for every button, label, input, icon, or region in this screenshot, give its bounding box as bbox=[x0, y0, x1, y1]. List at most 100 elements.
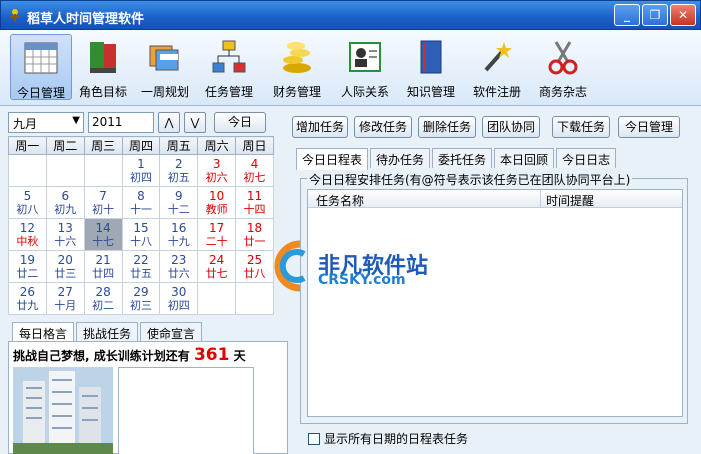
watermark: 非凡软件站 CRSKY.com bbox=[270, 238, 430, 296]
schedule-group: 今日日程安排任务(有@符号表示该任务已在团队协同平台上) 任务名称 时间提醒 bbox=[300, 171, 688, 424]
prev-year-button[interactable]: ⋀ bbox=[158, 112, 180, 133]
calendar-day[interactable]: 26 廿九 bbox=[8, 282, 47, 315]
days-count: 361 bbox=[193, 345, 230, 365]
calendar-day[interactable]: 13 十六 bbox=[45, 218, 85, 251]
edit-task-button[interactable]: 修改任务 bbox=[354, 116, 412, 138]
calendar-day[interactable]: 11 十四 bbox=[235, 186, 274, 219]
year-input[interactable]: 2011 bbox=[88, 112, 154, 133]
watermark-logo-icon bbox=[274, 240, 306, 292]
calendar-day[interactable]: 10 教师 bbox=[197, 186, 237, 219]
month-calendar: 周一 周二 周三 周四 周五 周六 周日 1 初四 2 初五 3 初六 4 初七 5 初八 6 初九 7 初十 8 十一 9… bbox=[8, 136, 274, 315]
add-task-button[interactable]: 增加任务 bbox=[292, 116, 348, 138]
main-toolbar: 今日管理 角色目标 一周规划 任务管理 财务管理 人际关系 知识管理 软件注册 … bbox=[0, 30, 701, 106]
calendar-day[interactable]: 20 廿三 bbox=[45, 250, 85, 283]
toolbar-today[interactable]: 今日管理 bbox=[10, 34, 72, 100]
calendar-day[interactable]: 14 十七 bbox=[83, 218, 123, 251]
calendar-empty-cell bbox=[235, 282, 274, 315]
calendar-day[interactable]: 15 十八 bbox=[121, 218, 161, 251]
today-manage-button[interactable]: 今日管理 bbox=[618, 116, 680, 138]
toolbar-knowledge[interactable]: 知识管理 bbox=[400, 34, 462, 100]
toolbar-roles[interactable]: 角色目标 bbox=[72, 34, 134, 100]
tab-today-log[interactable]: 今日日志 bbox=[556, 148, 617, 168]
tab-mission[interactable]: 使命宣言 bbox=[140, 322, 203, 342]
schedule-tabs: 今日日程表 待办任务 委托任务 本日回顾 今日日志 bbox=[296, 148, 618, 170]
toolbar-register[interactable]: 软件注册 bbox=[466, 34, 528, 100]
window-title: 稻草人时间管理软件 bbox=[27, 12, 145, 27]
calendar-day[interactable]: 24 廿七 bbox=[197, 250, 237, 283]
restore-button[interactable]: ❐ bbox=[642, 4, 668, 26]
calendar-grid-icon bbox=[24, 42, 58, 74]
column-task-name[interactable]: 任务名称 bbox=[316, 192, 364, 209]
calendar-day[interactable]: 9 十二 bbox=[159, 186, 199, 219]
team-collab-button[interactable]: 团队协同 bbox=[482, 116, 540, 138]
weekday-header: 周四 bbox=[121, 136, 161, 155]
calendar-day[interactable]: 30 初四 bbox=[159, 282, 199, 315]
calendar-day[interactable]: 27 十月 bbox=[45, 282, 85, 315]
coins-icon bbox=[283, 42, 311, 73]
calendar-empty-cell bbox=[8, 154, 47, 187]
calendar-day[interactable]: 29 初三 bbox=[121, 282, 161, 315]
calendar-day[interactable]: 25 廿八 bbox=[235, 250, 274, 283]
calendar-day[interactable]: 6 初九 bbox=[45, 186, 85, 219]
calendar-day[interactable]: 28 初二 bbox=[83, 282, 123, 315]
left-panel: 九月 ▼ 2011 ⋀ ⋁ 今日 周一 周二 周三 周四 周五 周六 周日 1 初四 2 初五 3 初… bbox=[8, 110, 288, 454]
calendar-day[interactable]: 23 廿六 bbox=[159, 250, 199, 283]
weekday-header: 周六 bbox=[197, 136, 237, 155]
calendar-day[interactable]: 7 初十 bbox=[83, 186, 123, 219]
weekday-header: 周三 bbox=[83, 136, 123, 155]
toolbar-weekly[interactable]: 一周规划 bbox=[134, 34, 196, 100]
show-all-label: 显示所有日期的日程表任务 bbox=[324, 432, 469, 446]
show-all-option[interactable]: 显示所有日期的日程表任务 bbox=[308, 430, 468, 447]
calendar-day[interactable]: 21 廿四 bbox=[83, 250, 123, 283]
column-reminder[interactable]: 时间提醒 bbox=[546, 192, 594, 209]
motto-tabs: 每日格言 挑战任务 使命宣言 bbox=[12, 322, 204, 344]
books-icon bbox=[90, 42, 116, 73]
calendar-day[interactable]: 17 二十 bbox=[197, 218, 237, 251]
chevron-down-icon: ▼ bbox=[72, 115, 80, 126]
calendar-day[interactable]: 5 初八 bbox=[8, 186, 47, 219]
book-icon bbox=[420, 40, 442, 74]
minimize-button[interactable]: _ bbox=[614, 4, 640, 26]
scissors-icon bbox=[548, 41, 578, 75]
calendar-day[interactable]: 22 廿五 bbox=[121, 250, 161, 283]
calendar-day[interactable]: 3 初六 bbox=[197, 154, 237, 187]
month-select[interactable]: 九月 ▼ bbox=[8, 112, 84, 133]
tab-pending-tasks[interactable]: 待办任务 bbox=[370, 148, 431, 168]
delete-task-button[interactable]: 删除任务 bbox=[418, 116, 476, 138]
show-all-checkbox[interactable] bbox=[308, 432, 320, 445]
title-bar: 稻草人时间管理软件 _ ❐ ✕ bbox=[0, 0, 701, 30]
calendar-day[interactable]: 8 十一 bbox=[121, 186, 161, 219]
download-task-button[interactable]: 下载任务 bbox=[552, 116, 610, 138]
toolbar-tasks[interactable]: 任务管理 bbox=[198, 34, 260, 100]
notes-area[interactable] bbox=[118, 367, 254, 454]
close-button[interactable]: ✕ bbox=[670, 4, 696, 26]
cards-icon bbox=[149, 45, 179, 71]
calendar-empty-cell bbox=[197, 282, 237, 315]
contact-card-icon bbox=[349, 42, 381, 72]
calendar-empty-cell bbox=[45, 154, 85, 187]
next-year-button[interactable]: ⋁ bbox=[184, 112, 206, 133]
group-title: 今日日程安排任务(有@符号表示该任务已在团队协同平台上) bbox=[307, 171, 633, 188]
calendar-controls: 九月 ▼ 2011 ⋀ ⋁ 今日 bbox=[8, 112, 288, 134]
tab-challenge[interactable]: 挑战任务 bbox=[76, 322, 139, 342]
task-list[interactable]: 任务名称 时间提醒 bbox=[307, 189, 683, 417]
toolbar-finance[interactable]: 财务管理 bbox=[266, 34, 328, 100]
building-image bbox=[13, 367, 113, 454]
app-logo-icon bbox=[10, 9, 20, 22]
calendar-day[interactable]: 12 中秋 bbox=[8, 218, 47, 251]
toolbar-relations[interactable]: 人际关系 bbox=[334, 34, 396, 100]
magic-wand-icon bbox=[484, 42, 512, 72]
calendar-day[interactable]: 2 初五 bbox=[159, 154, 199, 187]
tab-today-schedule[interactable]: 今日日程表 bbox=[296, 148, 369, 170]
calendar-day[interactable]: 19 廿二 bbox=[8, 250, 47, 283]
calendar-day[interactable]: 4 初七 bbox=[235, 154, 274, 187]
calendar-empty-cell bbox=[83, 154, 123, 187]
tab-delegated-tasks[interactable]: 委托任务 bbox=[432, 148, 493, 168]
calendar-day[interactable]: 16 十九 bbox=[159, 218, 199, 251]
calendar-day[interactable]: 1 初四 bbox=[121, 154, 161, 187]
today-button[interactable]: 今日 bbox=[214, 112, 266, 133]
toolbar-magazine[interactable]: 商务杂志 bbox=[532, 34, 594, 100]
tab-daily-review[interactable]: 本日回顾 bbox=[494, 148, 555, 168]
task-list-header: 任务名称 时间提醒 bbox=[308, 190, 682, 208]
calendar-day[interactable]: 18 廿一 bbox=[235, 218, 274, 251]
